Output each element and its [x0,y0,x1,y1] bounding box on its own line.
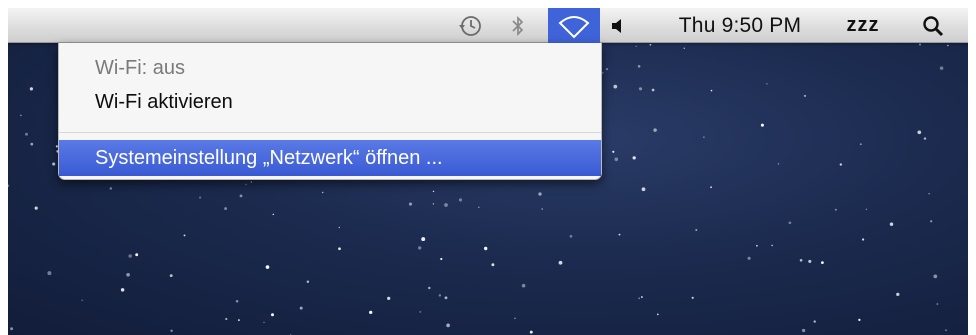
wifi-icon[interactable] [548,8,600,43]
volume-icon[interactable] [604,8,630,43]
sleep-status[interactable]: zzz [833,8,893,43]
time-machine-icon[interactable] [450,8,490,43]
wifi-dropdown-menu: Wi-Fi: aus Wi-Fi aktivieren Systemeinste… [58,43,602,180]
search-icon[interactable] [913,8,953,43]
open-network-preferences-menu-item[interactable]: Systemeinstellung „Netzwerk“ öffnen ... [59,140,601,176]
bluetooth-icon[interactable] [504,8,532,43]
wifi-status-label: Wi-Fi: aus [95,56,185,79]
menu-bar-clock[interactable]: Thu 9:50 PM [660,8,820,43]
menu-separator [59,132,601,133]
enable-wifi-menu-item[interactable]: Wi-Fi aktivieren [59,85,601,119]
menu-bar: Thu 9:50 PM zzz [8,8,968,43]
desktop: Thu 9:50 PM zzz Wi-Fi: aus Wi-Fi aktivie… [8,8,968,335]
